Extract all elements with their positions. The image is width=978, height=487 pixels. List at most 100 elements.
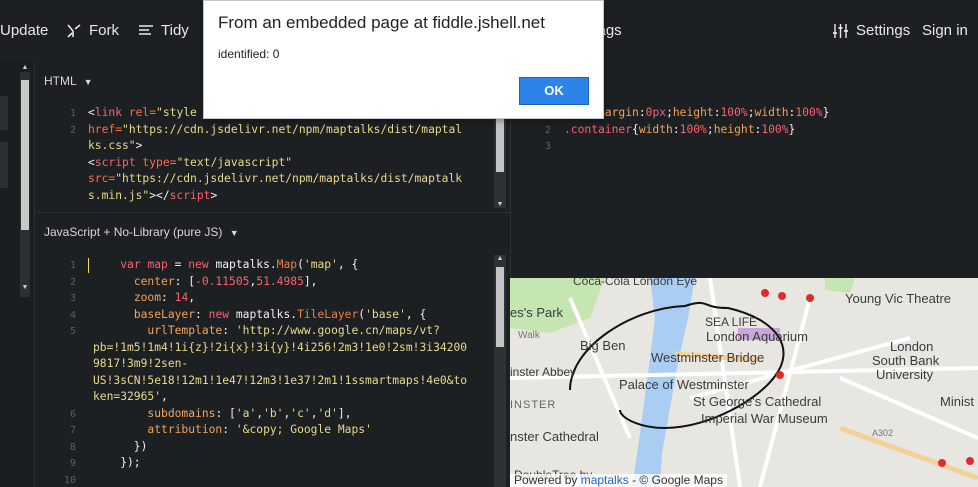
map-label: nster Cathedral bbox=[510, 429, 599, 444]
map-label: Young Vic Theatre bbox=[845, 291, 952, 306]
map-label: St George's Cathedral bbox=[693, 394, 822, 409]
settings-button[interactable]: Settings bbox=[832, 22, 910, 39]
html-pane-header[interactable]: HTML ▼ bbox=[44, 74, 93, 88]
code-token: , { bbox=[337, 258, 359, 271]
code-line: urlTemplate: 'http://www.google.cn/maps/… bbox=[93, 323, 493, 340]
ok-button[interactable]: OK bbox=[519, 77, 589, 105]
code-token: ], bbox=[303, 274, 318, 288]
code-token: 'http://www.google.cn/maps/vt? bbox=[235, 324, 440, 337]
fork-button[interactable]: Fork bbox=[66, 22, 119, 39]
map-label: Coca-Cola London Eye bbox=[573, 278, 698, 288]
code-token: TileLayer bbox=[297, 307, 359, 321]
code-token: height bbox=[672, 106, 714, 119]
sidebar-scrollbar[interactable] bbox=[20, 72, 30, 297]
js-pane: JavaScript + No-Library (pure JS) ▼ 1 2 3 4… bbox=[36, 213, 510, 487]
sign-in-label: Sign in bbox=[922, 22, 968, 39]
code-token: ; bbox=[747, 106, 755, 119]
code-token: .container bbox=[564, 122, 633, 136]
left-sidebar: ▲ ▼ ee bbox=[0, 62, 35, 487]
tidy-button[interactable]: Tidy bbox=[138, 22, 189, 39]
code-token: link bbox=[94, 106, 123, 119]
code-token: } bbox=[822, 106, 830, 119]
map-label: London bbox=[890, 339, 934, 354]
code-token: : bbox=[222, 324, 236, 337]
scroll-down-arrow[interactable]: ▼ bbox=[20, 284, 30, 292]
code-token: 0px bbox=[645, 106, 667, 119]
line-number: 6 bbox=[69, 408, 76, 420]
code-token: script bbox=[169, 188, 211, 202]
code-token: < bbox=[88, 106, 95, 119]
code-token: script bbox=[94, 155, 136, 169]
code-token: zoom bbox=[133, 291, 162, 304]
fork-label: Fork bbox=[89, 22, 119, 39]
css-code-editor[interactable]: body{margin:0px;height:100%;width:100%}.… bbox=[564, 105, 964, 155]
map-result[interactable]: Coca-Cola London Eye Young Vic Theatre S… bbox=[510, 278, 978, 487]
code-line: 9817!3m9!2sen- bbox=[93, 356, 493, 373]
alert-dialog: From an embedded page at fiddle.jshell.n… bbox=[203, 0, 604, 119]
code-line: subdomains: ['a','b','c','d'], bbox=[93, 406, 493, 423]
js-code-editor[interactable]: var map = new maptalks.Map('map', { cent… bbox=[93, 257, 493, 487]
line-number: 3 bbox=[69, 293, 76, 304]
tidy-label: Tidy bbox=[161, 22, 189, 39]
code-token: 100% bbox=[795, 106, 823, 119]
map-label: London Aquarium bbox=[706, 329, 808, 344]
code-token: : bbox=[161, 291, 175, 304]
code-token: ken=32965' bbox=[93, 390, 162, 403]
scrollbar-thumb[interactable] bbox=[21, 80, 29, 230]
js-scrollbar[interactable]: ▲ bbox=[494, 255, 506, 487]
code-token: "https://cdn.jsdelivr.net/npm/maptalks/d… bbox=[115, 172, 463, 185]
code-token: height bbox=[713, 122, 755, 136]
map-label: Walk bbox=[518, 330, 540, 341]
scrollbar-thumb[interactable] bbox=[496, 267, 504, 347]
code-token: 'map' bbox=[303, 258, 338, 271]
code-line: US!3sCN!5e18!12m1!1e47!12m3!1e37!2m1!1ss… bbox=[93, 373, 493, 390]
code-token: : bbox=[195, 307, 209, 321]
sign-in-link[interactable]: Sign in bbox=[922, 22, 968, 39]
code-token: pb=!1m5!1m4!1i{z}!2i{x}!3i{y}!4i256!2m3!… bbox=[93, 340, 468, 354]
code-token: rel= bbox=[122, 106, 157, 119]
map-label: University bbox=[876, 367, 934, 382]
code-token: "text/javascript" bbox=[176, 155, 293, 169]
code-token: < bbox=[88, 155, 95, 169]
scrollbar-thumb[interactable] bbox=[496, 112, 504, 172]
code-line: zoom: 14, bbox=[93, 290, 493, 307]
map-label: Minist bbox=[940, 394, 974, 409]
code-token: , bbox=[188, 291, 196, 304]
code-token: ( bbox=[297, 258, 304, 271]
line-number: 10 bbox=[63, 474, 76, 486]
line-number: 3 bbox=[544, 141, 551, 152]
attribution-prefix: Powered by bbox=[514, 473, 581, 487]
map-label: SEA LIFE bbox=[705, 315, 758, 329]
code-token: baseLayer bbox=[133, 307, 196, 321]
update-button[interactable]: Update bbox=[0, 22, 48, 39]
js-pane-header[interactable]: JavaScript + No-Library (pure JS) ▼ bbox=[44, 225, 239, 239]
code-token: : [ bbox=[215, 406, 236, 420]
scroll-up-arrow[interactable]: ▲ bbox=[20, 64, 30, 72]
html-code-editor[interactable]: <link rel="style href="https://cdn.jsdeli… bbox=[88, 105, 496, 204]
sidebar-block bbox=[0, 96, 8, 130]
map-label: inster Abbey bbox=[510, 365, 577, 379]
code-token: new bbox=[208, 307, 230, 321]
code-token: > bbox=[135, 139, 143, 152]
code-token: : bbox=[672, 122, 680, 136]
code-token: type= bbox=[135, 155, 177, 169]
fork-icon bbox=[67, 23, 81, 38]
code-token: new bbox=[188, 258, 209, 271]
map-label: es's Park bbox=[510, 305, 564, 320]
code-token: "style bbox=[156, 106, 197, 119]
code-token: var bbox=[120, 258, 141, 271]
js-pane-title: JavaScript + No-Library (pure JS) bbox=[44, 225, 223, 239]
maptalks-link[interactable]: maptalks bbox=[581, 473, 629, 487]
code-token: width bbox=[638, 122, 673, 136]
code-line: <script type="text/javascript" bbox=[88, 155, 496, 172]
attribution-suffix: - © Google Maps bbox=[628, 473, 723, 487]
code-token: src= bbox=[88, 172, 116, 185]
code-line: href="https://cdn.jsdelivr.net/npm/mapta… bbox=[88, 122, 496, 139]
code-line: pb=!1m5!1m4!1i{z}!2i{x}!3i{y}!4i256!2m3!… bbox=[93, 340, 493, 357]
code-token: urlTemplate bbox=[147, 324, 223, 337]
